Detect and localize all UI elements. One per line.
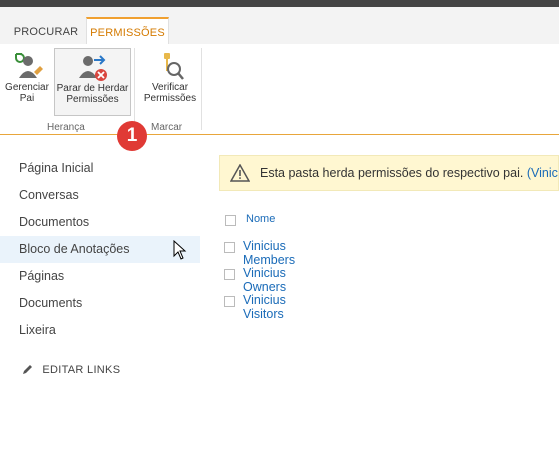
row-checkbox[interactable] <box>224 269 235 280</box>
mouse-cursor-icon <box>173 240 187 260</box>
row-checkbox[interactable] <box>224 296 235 307</box>
sidebar-item-lixeira[interactable]: Lixeira <box>0 317 200 344</box>
group-label-marcar: Marcar <box>151 122 183 133</box>
notice-message: Esta pasta herda permissões do respectiv… <box>260 166 524 180</box>
pencil-icon <box>23 365 32 375</box>
stop-inheriting-icon <box>78 55 107 81</box>
gerenciar-pai-button[interactable]: Gerenciar Pai <box>2 50 52 104</box>
gerenciar-pai-label-2: Pai <box>19 93 35 104</box>
sidebar-item-conversas[interactable]: Conversas <box>0 182 200 209</box>
group-separator <box>134 48 135 130</box>
notice-text: Esta pasta herda permissões do respectiv… <box>260 166 558 180</box>
verificar-permissoes-button[interactable]: Verificar Permissões <box>140 50 200 104</box>
notice-parent-link[interactable]: (Vinic <box>527 166 558 180</box>
parar-herdar-label-1: Parar de Herdar <box>56 83 129 94</box>
group-separator <box>201 48 202 130</box>
edit-links-button[interactable]: EDITAR LINKS <box>21 364 120 376</box>
step-badge: 1 <box>117 121 147 151</box>
verificar-label-2: Permissões <box>143 93 197 104</box>
group-link[interactable]: Vinicius Members <box>243 239 295 267</box>
tab-permissoes[interactable]: PERMISSÕES <box>86 17 169 47</box>
verificar-label-1: Verificar <box>151 82 189 93</box>
top-bar <box>0 0 559 7</box>
warning-icon <box>230 164 250 182</box>
manage-parent-icon <box>15 53 43 78</box>
group-label-heranca: Herança <box>47 122 85 133</box>
ribbon: Gerenciar Pai Parar de Herdar Permissões… <box>0 44 559 135</box>
column-header-nome[interactable]: Nome <box>246 213 275 225</box>
sidebar-item-bloco-de-anotacoes[interactable]: Bloco de Anotações <box>0 236 200 263</box>
sidebar-item-documentos[interactable]: Documentos <box>0 209 200 236</box>
sidebar-item-documents[interactable]: Documents <box>0 290 200 317</box>
edit-links-label: EDITAR LINKS <box>42 364 121 376</box>
group-link[interactable]: Vinicius Owners <box>243 266 286 294</box>
sidebar-item-paginas[interactable]: Páginas <box>0 263 200 290</box>
inheritance-notice: Esta pasta herda permissões do respectiv… <box>219 155 559 191</box>
tab-procurar[interactable]: PROCURAR <box>8 21 84 44</box>
check-permissions-icon <box>164 53 184 80</box>
group-link[interactable]: Vinicius Visitors <box>243 293 286 321</box>
parar-herdar-label-2: Permissões <box>66 94 119 105</box>
select-all-checkbox[interactable] <box>225 215 236 226</box>
parar-herdar-permissoes-button[interactable]: Parar de Herdar Permissões <box>54 48 131 116</box>
gerenciar-pai-label-1: Gerenciar <box>5 82 49 93</box>
row-checkbox[interactable] <box>224 242 235 253</box>
sidebar-nav: Página Inicial Conversas Documentos Bloc… <box>0 155 200 344</box>
sidebar-item-pagina-inicial[interactable]: Página Inicial <box>0 155 200 182</box>
ribbon-tab-row: PROCURAR PERMISSÕES <box>0 7 559 47</box>
